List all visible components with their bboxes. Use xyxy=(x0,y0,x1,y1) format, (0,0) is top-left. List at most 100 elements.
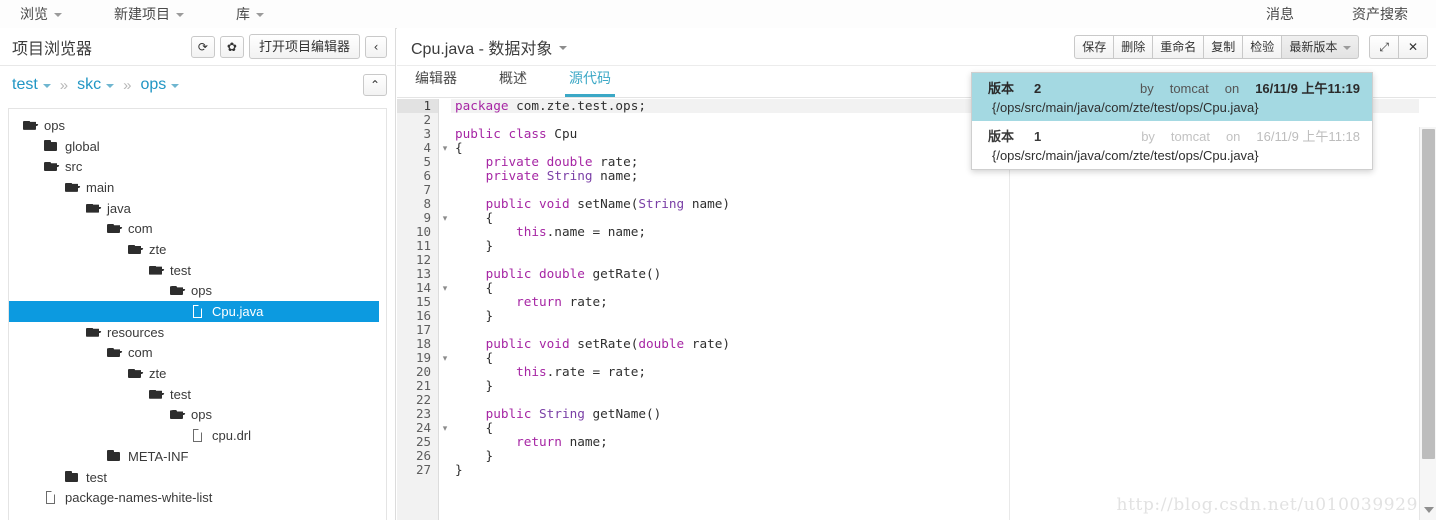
tree-node[interactable]: global xyxy=(9,136,386,157)
code-line: } xyxy=(455,238,494,253)
validate-button[interactable]: 检验 xyxy=(1242,34,1283,59)
code-fold-spacer xyxy=(439,155,451,169)
menu-library-label: 库 xyxy=(236,6,250,22)
line-number: 16 xyxy=(415,308,431,323)
application-window: 浏览 新建项目 库 消息 资产搜索 项目浏览器 ⟳ ✿ 打开项目编辑器 ‹ te… xyxy=(0,0,1436,520)
code-fold-toggle-icon[interactable]: ▾ xyxy=(439,281,451,295)
expand-icon-button[interactable]: ⤢ xyxy=(1369,34,1399,59)
tree-node[interactable]: resources xyxy=(9,322,386,343)
chevron-down-icon xyxy=(42,84,51,88)
menu-browse[interactable]: 浏览 xyxy=(14,0,68,28)
menu-new-project[interactable]: 新建项目 xyxy=(108,0,190,28)
tree-node[interactable]: package-names-white-list xyxy=(9,487,386,508)
line-number: 3 xyxy=(423,126,431,141)
tree-node[interactable]: ops xyxy=(9,405,386,426)
tree-node[interactable]: test xyxy=(9,467,386,488)
document-toolbar-group-window: ⤢ ✕ xyxy=(1369,34,1428,59)
chevron-down-icon[interactable] xyxy=(1424,507,1434,513)
tree-node-label: META-INF xyxy=(128,448,189,464)
refresh-icon-button[interactable]: ⟳ xyxy=(190,35,215,58)
breadcrumb-item-skc[interactable]: skc xyxy=(77,76,115,94)
line-number: 20 xyxy=(415,364,431,379)
tree-node[interactable]: ops xyxy=(9,281,386,302)
vertical-scrollbar[interactable] xyxy=(1419,127,1436,520)
menu-asset-search-label: 资产搜索 xyxy=(1352,6,1408,22)
version-number: 2 xyxy=(1034,81,1042,96)
code-fold-spacer xyxy=(439,393,451,407)
collapse-left-icon-button[interactable]: ‹ xyxy=(365,35,387,58)
code-fold-spacer xyxy=(439,295,451,309)
menu-library[interactable]: 库 xyxy=(230,0,270,28)
breadcrumb-item-test[interactable]: test xyxy=(12,76,51,94)
project-tree: ops global src main java com zte test ops Cpu.jav… xyxy=(9,109,386,508)
line-number-gutter: 1 2 3 4 5 6 7 8 9 10 11 12 13 14 15 16 17 18 19 20 21 22 23 24 2… xyxy=(397,99,439,520)
open-project-editor-button[interactable]: 打开项目编辑器 xyxy=(248,34,360,59)
code-line: { xyxy=(455,350,494,365)
version-dropdown-label: 最新版本 xyxy=(1289,39,1338,54)
chevron-down-icon xyxy=(1343,45,1352,50)
save-button[interactable]: 保存 xyxy=(1074,34,1115,59)
menu-new-project-label: 新建项目 xyxy=(114,6,170,22)
tab-overview[interactable]: 概述 xyxy=(495,68,531,97)
folder-icon xyxy=(65,470,80,484)
tree-node[interactable]: java xyxy=(9,198,386,219)
code-fold-column[interactable]: ▾ ▾ ▾ ▾ ▾ xyxy=(439,99,451,520)
tree-node[interactable]: zte xyxy=(9,363,386,384)
version-on-word: on xyxy=(1225,129,1241,144)
project-tree-container[interactable]: ops global src main java com zte test ops Cpu.jav… xyxy=(8,108,387,520)
tree-node[interactable]: Cpu.java xyxy=(9,301,379,322)
version-row[interactable]: 版本 1 by tomcat on 16/11/9 上午11:18 {/ops/src/ma… xyxy=(972,121,1372,169)
tab-source-code[interactable]: 源代码 xyxy=(565,68,615,97)
version-row[interactable]: 版本 2 by tomcat on 16/11/9 上午11:19 {/ops/src/ma… xyxy=(972,73,1372,121)
tab-editor[interactable]: 编辑器 xyxy=(411,68,461,97)
tree-node[interactable]: src xyxy=(9,156,386,177)
delete-button[interactable]: 删除 xyxy=(1113,34,1154,59)
copy-button[interactable]: 复制 xyxy=(1203,34,1244,59)
tree-node-label: main xyxy=(86,179,115,195)
menu-asset-search[interactable]: 资产搜索 xyxy=(1346,0,1414,28)
tree-node[interactable]: zte xyxy=(9,239,386,260)
rename-button[interactable]: 重命名 xyxy=(1152,34,1205,59)
file-icon xyxy=(44,491,59,505)
gear-icon-button[interactable]: ✿ xyxy=(219,35,244,58)
chevron-down-icon xyxy=(176,13,184,17)
breadcrumb-separator: » xyxy=(123,76,132,94)
tree-node[interactable]: main xyxy=(9,177,386,198)
close-icon-button[interactable]: ✕ xyxy=(1397,34,1428,59)
code-line: } xyxy=(455,448,494,463)
tree-node-label: java xyxy=(107,200,131,216)
tree-node[interactable]: ops xyxy=(9,115,386,136)
line-number: 11 xyxy=(415,238,431,253)
tree-node[interactable]: com xyxy=(9,343,386,364)
code-line: public double getRate() xyxy=(485,266,662,281)
tree-node[interactable]: test xyxy=(9,260,386,281)
tree-node[interactable]: com xyxy=(9,218,386,239)
code-fold-toggle-icon[interactable]: ▾ xyxy=(439,421,451,435)
version-number: 1 xyxy=(1034,129,1042,144)
tab-label: 源代码 xyxy=(569,70,611,86)
code-fold-toggle-icon[interactable]: ▾ xyxy=(439,141,451,155)
menu-messages[interactable]: 消息 xyxy=(1260,0,1300,28)
code-fold-spacer xyxy=(439,323,451,337)
tree-node[interactable]: cpu.drl xyxy=(9,425,386,446)
file-icon xyxy=(191,305,206,319)
version-dropdown-button[interactable]: 最新版本 xyxy=(1281,34,1360,59)
tree-node[interactable]: test xyxy=(9,384,386,405)
watermark-text: http://blog.csdn.net/u010039929 xyxy=(1116,495,1418,515)
code-line: public void setName(String name) xyxy=(485,196,731,211)
code-fold-toggle-icon[interactable]: ▾ xyxy=(439,351,451,365)
top-menu-bar: 浏览 新建项目 库 消息 资产搜索 xyxy=(0,0,1436,29)
scrollbar-thumb[interactable] xyxy=(1422,129,1435,459)
tree-node[interactable]: META-INF xyxy=(9,446,386,467)
version-dropdown-menu[interactable]: 版本 2 by tomcat on 16/11/9 上午11:19 {/ops/src/ma… xyxy=(971,72,1373,170)
line-number: 27 xyxy=(415,462,431,477)
document-title[interactable]: Cpu.java - 数据对象 xyxy=(411,35,568,59)
code-line: { xyxy=(455,420,494,435)
line-number: 25 xyxy=(415,434,431,449)
code-line: } xyxy=(455,378,494,393)
code-fold-toggle-icon[interactable]: ▾ xyxy=(439,211,451,225)
breadcrumb-item-ops[interactable]: ops xyxy=(140,76,180,94)
collapse-tree-icon-button[interactable]: ⌃ xyxy=(362,74,387,96)
